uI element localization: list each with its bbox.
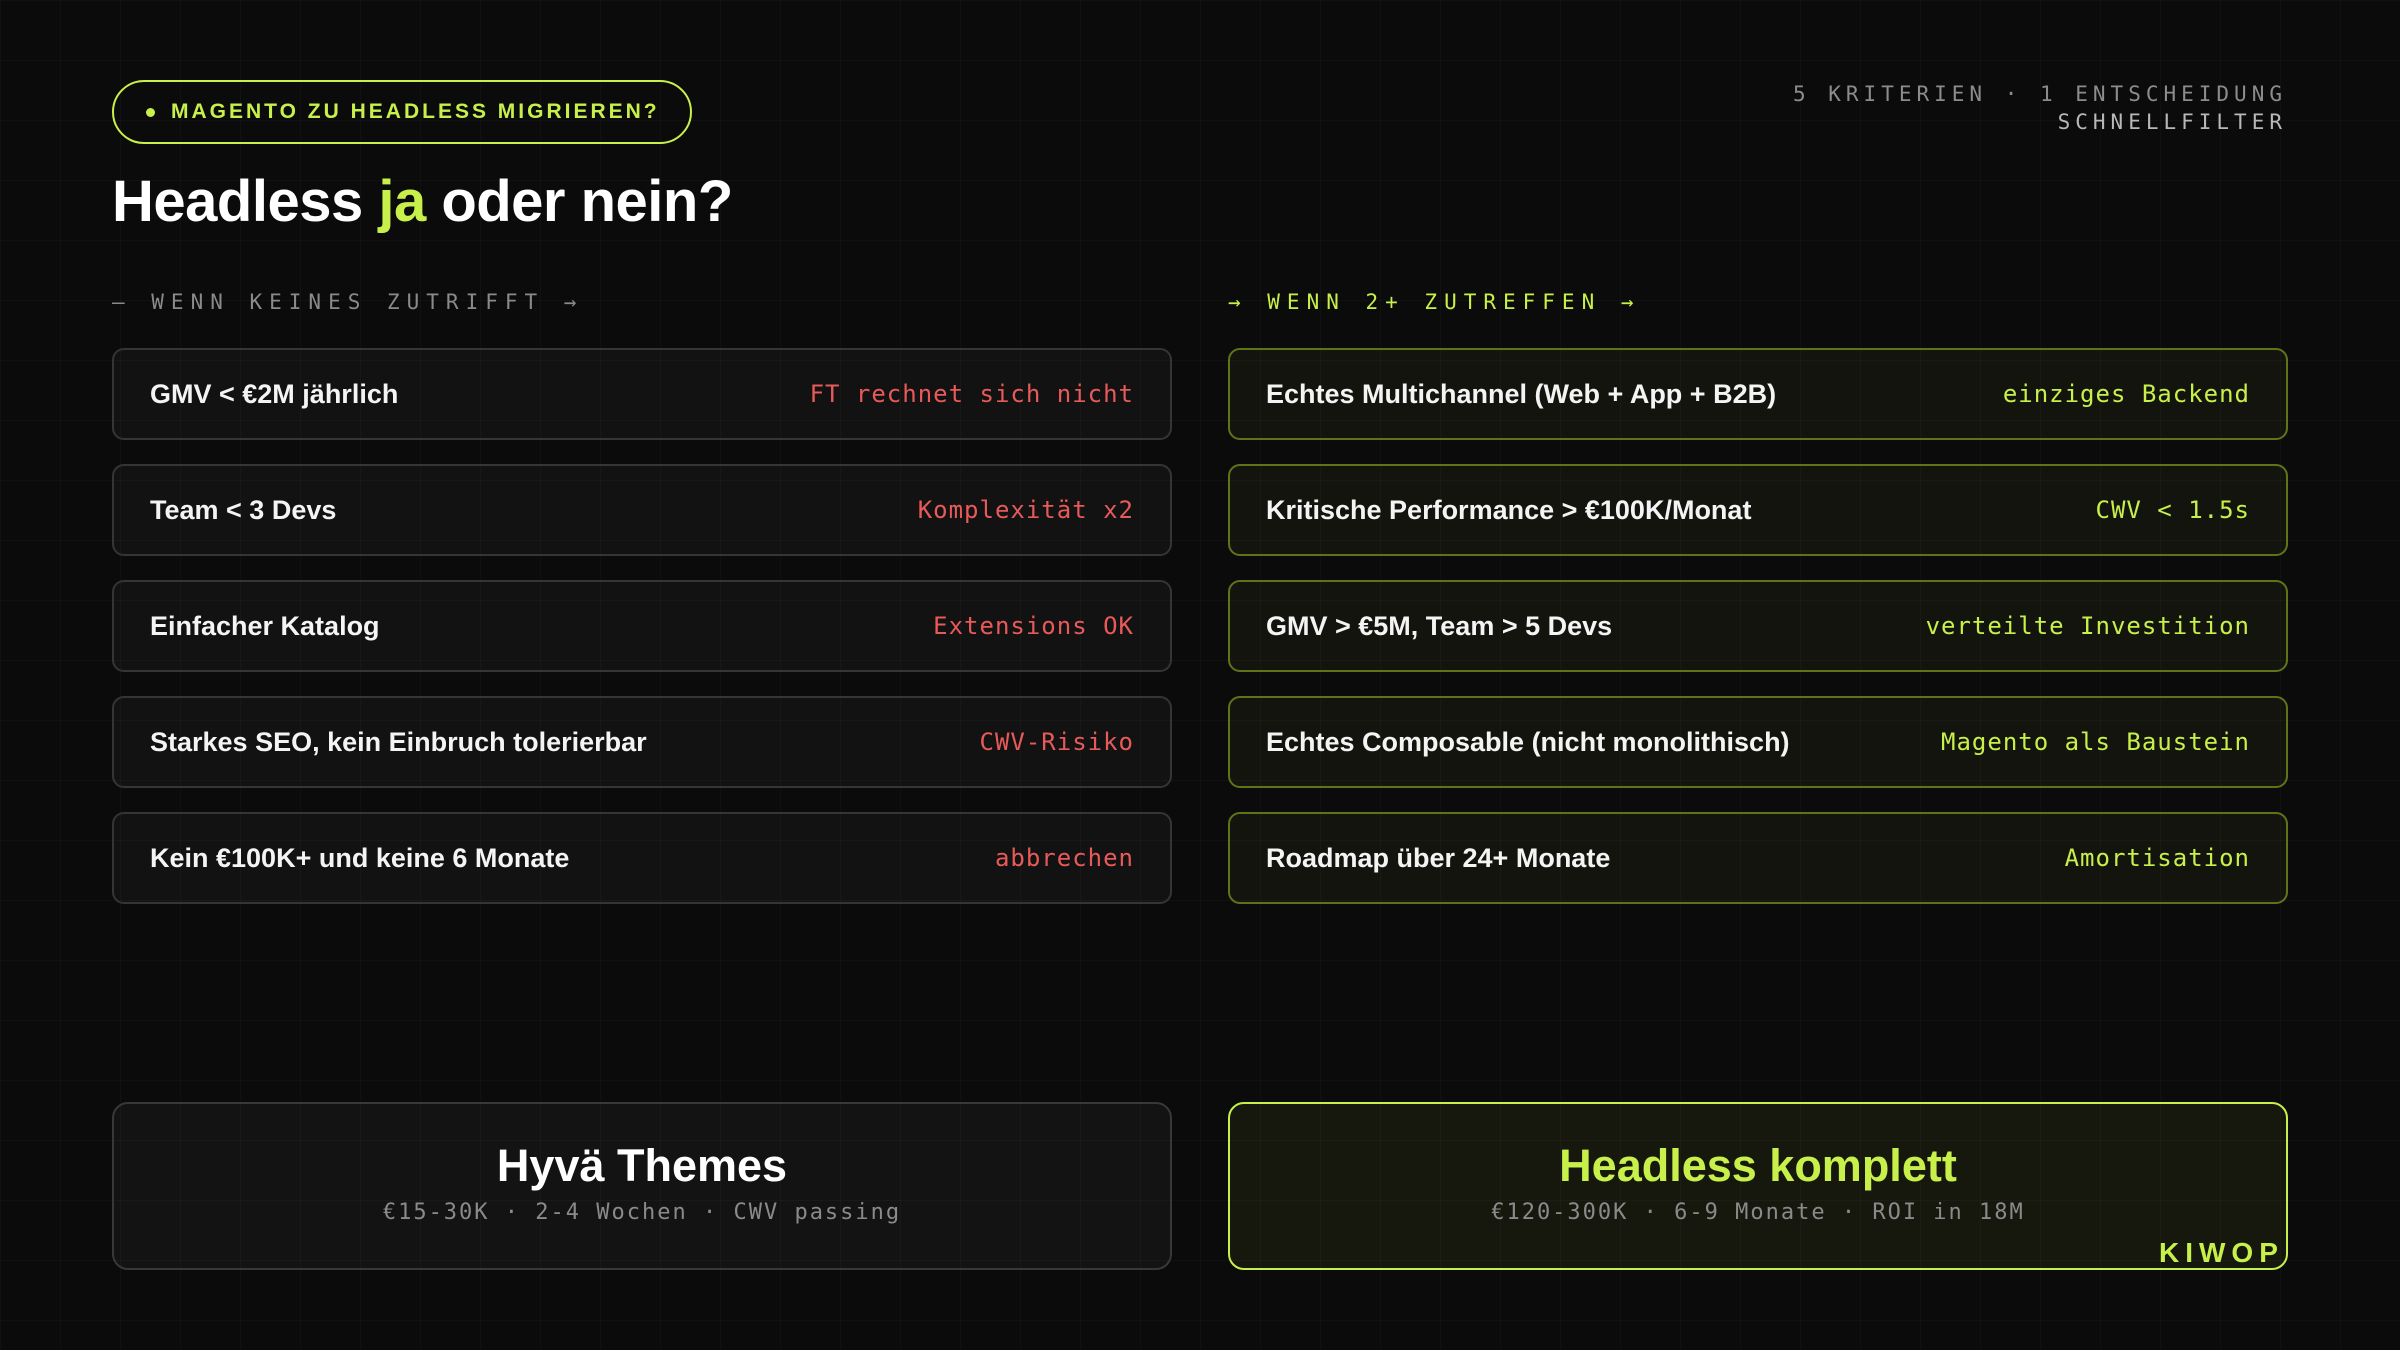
criteria-label: Team < 3 Devs <box>150 494 337 525</box>
bullet-dot-icon <box>146 107 155 117</box>
criteria-label: GMV > €5M, Team > 5 Devs <box>1266 610 1613 641</box>
result-title: Hyvä Themes <box>496 1140 788 1191</box>
topic-badge: MAGENTO ZU HEADLESS MIGRIEREN? <box>112 80 692 144</box>
criteria-row: Kein €100K+ und keine 6 Monate abbrechen <box>112 812 1172 904</box>
criteria-tag: Magento als Baustein <box>1941 728 2250 756</box>
criteria-label: GMV < €2M jährlich <box>150 378 399 409</box>
criteria-row: Starkes SEO, kein Einbruch tolerierbar C… <box>112 696 1172 788</box>
criteria-tag: abbrechen <box>994 844 1134 872</box>
right-criteria-list: Echtes Multichannel (Web + App + B2B) ei… <box>1228 348 2288 928</box>
result-subtitle: €15-30K · 2-4 Wochen · CWV passing <box>382 1200 902 1225</box>
criteria-tag: CWV-Risiko <box>979 728 1134 756</box>
criteria-tag: Extensions OK <box>933 612 1134 640</box>
result-card-hyva: Hyvä Themes €15-30K · 2-4 Wochen · CWV p… <box>112 1102 1172 1270</box>
result-subtitle: €120-300K · 6-9 Monate · ROI in 18M <box>1491 1200 2025 1225</box>
criteria-tag: Amortisation <box>2064 844 2250 872</box>
left-column-label: — WENN KEINES ZUTRIFFT → <box>112 290 584 314</box>
criteria-row: Roadmap über 24+ Monate Amortisation <box>1228 812 2288 904</box>
criteria-tag: CWV < 1.5s <box>2095 496 2250 524</box>
criteria-row: Einfacher Katalog Extensions OK <box>112 580 1172 672</box>
criteria-label: Kein €100K+ und keine 6 Monate <box>150 842 570 873</box>
criteria-label: Starkes SEO, kein Einbruch tolerierbar <box>150 726 647 757</box>
criteria-tag: verteilte Investition <box>1925 612 2250 640</box>
meta-line-criteria: 5 KRITERIEN · 1 ENTSCHEIDUNG <box>1792 82 2287 106</box>
criteria-row: GMV < €2M jährlich FT rechnet sich nicht <box>112 348 1172 440</box>
result-title: Headless komplett <box>1559 1140 1957 1191</box>
topic-badge-label: MAGENTO ZU HEADLESS MIGRIEREN? <box>171 100 660 123</box>
right-column-label: → WENN 2+ ZUTREFFEN → <box>1228 290 1641 314</box>
meta-info: 5 KRITERIEN · 1 ENTSCHEIDUNG SCHNELLFILT… <box>1793 80 2287 136</box>
criteria-tag: einziges Backend <box>2002 380 2250 408</box>
brand-logo: KIWOP <box>2159 1237 2284 1268</box>
criteria-tag: Komplexität x2 <box>917 496 1134 524</box>
criteria-row: Kritische Performance > €100K/Monat CWV … <box>1228 464 2288 556</box>
criteria-label: Kritische Performance > €100K/Monat <box>1266 494 1752 525</box>
title-prefix: Headless <box>112 169 379 234</box>
criteria-label: Roadmap über 24+ Monate <box>1266 842 1611 873</box>
criteria-tag: FT rechnet sich nicht <box>809 380 1134 408</box>
criteria-row: Echtes Multichannel (Web + App + B2B) ei… <box>1228 348 2288 440</box>
left-criteria-list: GMV < €2M jährlich FT rechnet sich nicht… <box>112 348 1172 928</box>
criteria-row: GMV > €5M, Team > 5 Devs verteilte Inves… <box>1228 580 2288 672</box>
criteria-label: Einfacher Katalog <box>150 610 380 641</box>
result-card-headless: Headless komplett €120-300K · 6-9 Monate… <box>1228 1102 2288 1270</box>
criteria-row: Echtes Composable (nicht monolithisch) M… <box>1228 696 2288 788</box>
criteria-row: Team < 3 Devs Komplexität x2 <box>112 464 1172 556</box>
title-accent: ja <box>378 169 426 234</box>
criteria-label: Echtes Composable (nicht monolithisch) <box>1266 726 1790 757</box>
criteria-label: Echtes Multichannel (Web + App + B2B) <box>1266 378 1777 409</box>
meta-line-filter: SCHNELLFILTER <box>2057 110 2287 134</box>
title-suffix: oder nein? <box>425 169 733 234</box>
page-title: Headless ja oder nein? <box>112 168 733 235</box>
